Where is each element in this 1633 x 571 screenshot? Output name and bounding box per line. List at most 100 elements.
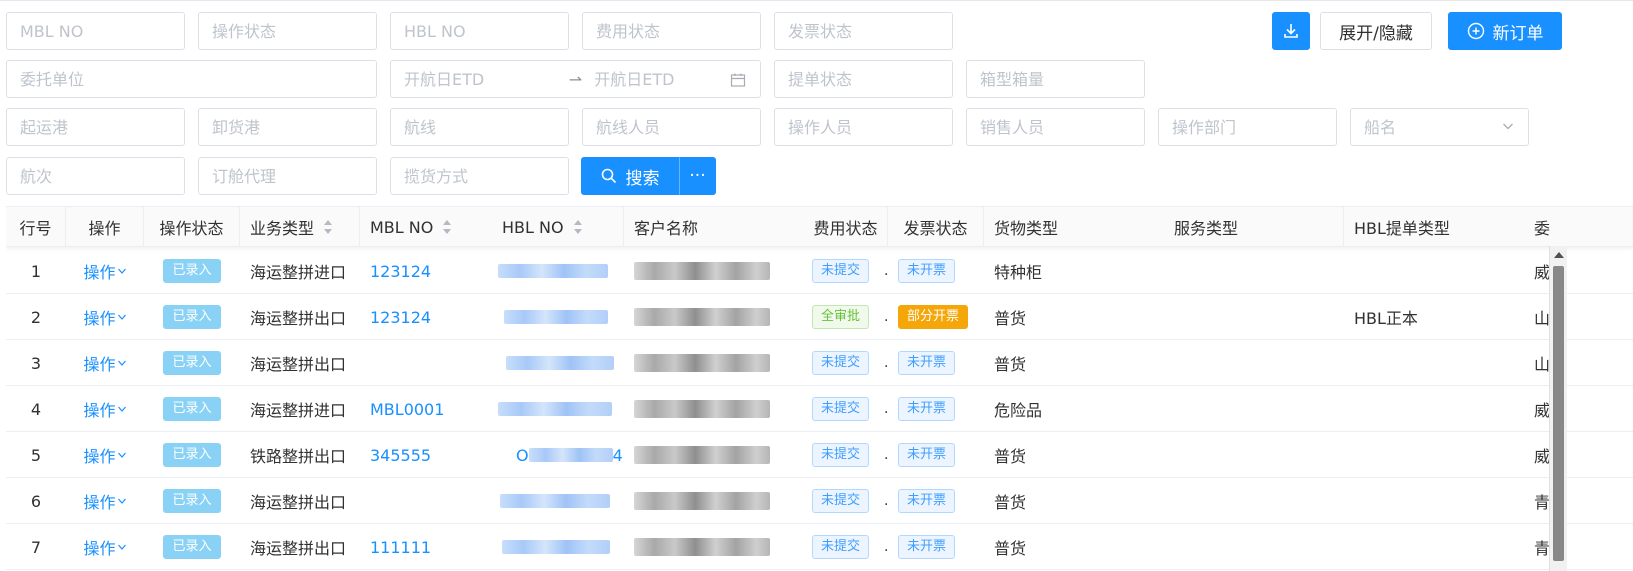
mbl-no-link[interactable]: 345555 xyxy=(370,432,492,478)
route-filter[interactable] xyxy=(390,108,569,146)
row-action-menu[interactable]: 操作 xyxy=(66,432,144,478)
action-link[interactable]: 操作 xyxy=(83,397,115,421)
hbl-no-filter[interactable] xyxy=(390,12,569,50)
pod-input[interactable] xyxy=(212,109,363,145)
scrollbar-thumb[interactable] xyxy=(1553,266,1564,561)
vessel-input[interactable] xyxy=(1364,109,1515,145)
row-action-menu[interactable]: 操作 xyxy=(66,340,144,386)
client-input[interactable] xyxy=(20,61,363,97)
row-action-menu[interactable]: 操作 xyxy=(66,478,144,524)
mbl-no-link[interactable]: 123124 xyxy=(370,294,492,340)
op-dept-input[interactable] xyxy=(1172,109,1323,145)
mbl-no-link[interactable] xyxy=(370,478,492,524)
op-status-input[interactable] xyxy=(212,13,363,49)
pod-filter[interactable] xyxy=(198,108,377,146)
action-link[interactable]: 操作 xyxy=(83,305,115,329)
row-action-menu[interactable]: 操作 xyxy=(66,248,144,294)
route-staff-input[interactable] xyxy=(596,109,747,145)
hbl-no-cell[interactable] xyxy=(506,340,636,386)
row-action-menu[interactable]: 操作 xyxy=(66,294,144,340)
sales-input[interactable] xyxy=(980,109,1131,145)
booking-agent-input[interactable] xyxy=(212,158,363,194)
chevron-down-icon[interactable] xyxy=(117,542,127,552)
operator-input[interactable] xyxy=(788,109,939,145)
mbl-no-link[interactable]: MBL0001 xyxy=(370,386,492,432)
table-row[interactable]: 7 操作 已录入 海运整拼出口 111111 未提交. 未开票 普货青 xyxy=(6,524,1633,570)
download-button[interactable] xyxy=(1272,12,1310,50)
etd-range-filter[interactable]: ⇀ xyxy=(390,60,761,98)
bl-status-input[interactable] xyxy=(788,61,939,97)
mbl-no-input[interactable] xyxy=(20,13,171,49)
chevron-down-icon[interactable] xyxy=(117,266,127,276)
search-button[interactable]: 搜索 xyxy=(581,157,679,195)
invoice-status-input[interactable] xyxy=(788,13,939,49)
chevron-down-icon[interactable] xyxy=(117,358,127,368)
chevron-down-icon[interactable] xyxy=(117,312,127,322)
voyage-filter[interactable] xyxy=(6,157,185,195)
chevron-down-icon[interactable] xyxy=(117,450,127,460)
hbl-no-cell[interactable] xyxy=(500,478,630,524)
fee-status-input[interactable] xyxy=(596,13,747,49)
container-qty-filter[interactable] xyxy=(966,60,1145,98)
sort-icon[interactable] xyxy=(443,220,452,234)
voyage-input[interactable] xyxy=(20,158,171,194)
action-link[interactable]: 操作 xyxy=(83,259,115,283)
invoice-status-filter[interactable] xyxy=(774,12,953,50)
table-row[interactable]: 2 操作 已录入 海运整拼出口 123124 全审批. 部分开票 普货 HBL正本山 xyxy=(6,294,1633,340)
mbl-no-filter[interactable] xyxy=(6,12,185,50)
booking-agent-filter[interactable] xyxy=(198,157,377,195)
toggle-filters-button[interactable]: 展开/隐藏 xyxy=(1320,12,1432,50)
cargo-method-input[interactable] xyxy=(404,158,555,194)
bl-status-filter[interactable] xyxy=(774,60,953,98)
mbl-no-link[interactable]: 111111 xyxy=(370,524,492,570)
fee-status-filter[interactable] xyxy=(582,12,761,50)
more-options-button[interactable]: ··· xyxy=(679,157,716,195)
route-staff-filter[interactable] xyxy=(582,108,761,146)
col-hbl-no[interactable]: HBL NO xyxy=(492,207,624,247)
customer-redacted xyxy=(634,354,770,372)
mbl-no-link[interactable] xyxy=(370,340,492,386)
op-dept-filter[interactable] xyxy=(1158,108,1337,146)
cargo-method-filter[interactable] xyxy=(390,157,569,195)
client-filter[interactable] xyxy=(6,60,377,98)
vessel-select[interactable] xyxy=(1350,108,1529,146)
table-row[interactable]: 6 操作 已录入 海运整拼出口 未提交. 未开票 普货青 xyxy=(6,478,1633,524)
scroll-up-icon[interactable] xyxy=(1554,252,1564,258)
op-status-filter[interactable] xyxy=(198,12,377,50)
row-action-menu[interactable]: 操作 xyxy=(66,386,144,432)
etd-start-input[interactable] xyxy=(404,61,557,97)
table-row[interactable]: 1 操作 已录入 海运整拼进口 123124 未提交. 未开票 特种柜威 xyxy=(6,248,1633,294)
action-link[interactable]: 操作 xyxy=(83,351,115,375)
chevron-down-icon[interactable] xyxy=(117,404,127,414)
hbl-no-cell[interactable]: O4 xyxy=(516,432,646,478)
operator-filter[interactable] xyxy=(774,108,953,146)
invoice-status-badge: 部分开票 xyxy=(898,305,969,329)
container-qty-input[interactable] xyxy=(980,61,1131,97)
row-action-menu[interactable]: 操作 xyxy=(66,524,144,570)
table-row[interactable]: 4 操作 已录入 海运整拼进口 MBL0001 未提交. 未开票 危险品威 xyxy=(6,386,1633,432)
pol-input[interactable] xyxy=(20,109,171,145)
sort-icon[interactable] xyxy=(573,220,582,234)
hbl-no-cell[interactable] xyxy=(504,294,634,340)
table-row[interactable]: 5 操作 已录入 铁路整拼出口 345555 O 4 未提交. 未开票 普货威 xyxy=(6,432,1633,478)
col-mbl-no[interactable]: MBL NO xyxy=(360,207,492,247)
action-link[interactable]: 操作 xyxy=(83,535,115,559)
hbl-no-cell[interactable] xyxy=(502,524,632,570)
sales-filter[interactable] xyxy=(966,108,1145,146)
vertical-scrollbar[interactable] xyxy=(1549,246,1567,571)
new-order-button[interactable]: 新订单 xyxy=(1448,12,1562,50)
table-row[interactable]: 3 操作 已录入 海运整拼出口 未提交. 未开票 普货山 xyxy=(6,340,1633,386)
chevron-down-icon[interactable] xyxy=(117,496,127,506)
sort-icon[interactable] xyxy=(324,220,333,234)
hbl-no-cell[interactable] xyxy=(498,248,628,294)
hbl-no-cell[interactable] xyxy=(498,386,628,432)
col-biz-type[interactable]: 业务类型 xyxy=(240,207,360,247)
route-input[interactable] xyxy=(404,109,555,145)
mbl-no-link[interactable]: 123124 xyxy=(370,248,492,294)
action-link[interactable]: 操作 xyxy=(83,443,115,467)
pol-filter[interactable] xyxy=(6,108,185,146)
etd-end-input[interactable] xyxy=(594,61,747,97)
hbl-no-input[interactable] xyxy=(404,13,555,49)
calendar-icon[interactable] xyxy=(730,72,746,88)
action-link[interactable]: 操作 xyxy=(83,489,115,513)
